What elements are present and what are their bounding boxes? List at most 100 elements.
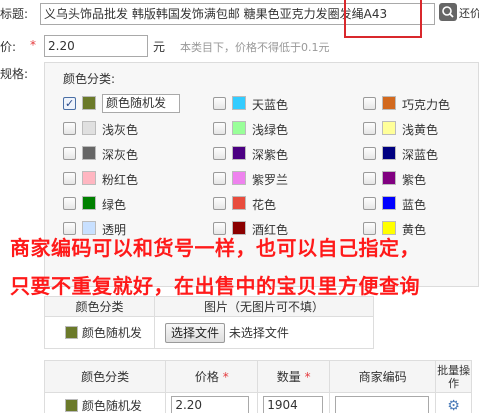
color-checkbox[interactable] <box>363 147 376 160</box>
table-row: 颜色随机发 选择文件 未选择文件 <box>44 316 374 349</box>
color-checkbox[interactable] <box>63 122 76 135</box>
color-swatch <box>82 121 96 135</box>
color-swatch <box>82 146 96 160</box>
sku-color-name: 颜色随机发 <box>81 399 142 413</box>
color-option: 深灰色 <box>63 144 173 164</box>
color-swatch <box>82 171 96 185</box>
color-swatch <box>65 399 78 412</box>
color-swatch <box>232 171 246 185</box>
search-icon <box>439 3 457 21</box>
color-name: 深蓝色 <box>402 148 439 162</box>
color-option: 浅灰色 <box>63 119 173 139</box>
sku-col-price-label: 价格 <box>194 370 219 384</box>
color-swatch <box>82 96 96 110</box>
color-checkbox[interactable] <box>213 172 226 185</box>
color-name: 深灰色 <box>102 148 139 162</box>
color-swatch <box>382 121 396 135</box>
color-checkbox[interactable] <box>63 147 76 160</box>
color-option: 浅绿色 <box>213 119 323 139</box>
color-name: 蓝色 <box>402 198 427 212</box>
color-option: 天蓝色 <box>213 94 323 114</box>
color-option: 绿色 <box>63 194 173 214</box>
sku-col-batch: 批量操作 <box>435 360 472 393</box>
color-checkbox[interactable] <box>63 97 76 110</box>
color-option: 紫罗兰 <box>213 169 323 189</box>
color-option: 蓝色 <box>363 194 473 214</box>
highlight-box <box>344 0 422 38</box>
color-option: 粉红色 <box>63 169 173 189</box>
color-checkbox[interactable] <box>63 197 76 210</box>
sku-col-code: 商家编码 <box>329 360 437 393</box>
color-section-header: 颜色分类: <box>63 72 116 86</box>
color-name-input[interactable]: 颜色随机发 <box>102 94 180 113</box>
color-checkbox[interactable] <box>363 97 376 110</box>
color-checkbox[interactable] <box>363 122 376 135</box>
sku-code-input[interactable] <box>335 396 430 413</box>
color-option: 巧克力色 <box>363 94 473 114</box>
color-checkbox[interactable] <box>213 122 226 135</box>
table-row: 颜色随机发 2.20 1904 ⚙ <box>43 392 472 413</box>
color-checkbox[interactable] <box>63 172 76 185</box>
sku-price-required: * <box>222 370 229 384</box>
color-name: 花色 <box>252 198 277 212</box>
image-table-col-color: 颜色分类 <box>44 296 155 317</box>
color-swatch <box>65 326 78 339</box>
color-option: 花色 <box>213 194 323 214</box>
color-checkbox[interactable] <box>213 97 226 110</box>
sku-col-color: 颜色分类 <box>43 360 167 393</box>
color-checkbox[interactable] <box>213 197 226 210</box>
color-name: 紫罗兰 <box>252 173 289 187</box>
sku-price-input[interactable]: 2.20 <box>171 396 250 413</box>
color-swatch <box>382 96 396 110</box>
color-checkbox[interactable] <box>363 172 376 185</box>
color-swatch <box>382 146 396 160</box>
overlay-note-line2: 只要不重复就好，在出售中的宝贝里方便查询 <box>10 274 420 298</box>
overlay-note-line1: 商家编码可以和货号一样，也可以自己指定， <box>10 236 420 260</box>
sku-col-qty: 数量 * <box>257 360 331 393</box>
price-unit: 元 <box>153 40 166 54</box>
sku-color-cell: 颜色随机发 <box>43 392 167 413</box>
sku-code-cell <box>329 392 437 413</box>
gear-icon[interactable]: ⚙ <box>447 398 460 413</box>
color-name: 浅绿色 <box>252 123 289 137</box>
sku-qty-input[interactable]: 1904 <box>263 396 324 413</box>
color-checkbox[interactable] <box>363 197 376 210</box>
color-swatch <box>232 121 246 135</box>
file-status: 未选择文件 <box>228 325 289 340</box>
color-option: 深紫色 <box>213 144 323 164</box>
sku-qty-cell: 1904 <box>257 392 331 413</box>
image-table-file-cell: 选择文件 未选择文件 <box>154 316 374 349</box>
color-swatch <box>232 96 246 110</box>
sku-table-header: 颜色分类 价格 * 数量 * 商家编码 批量操作 <box>43 360 472 393</box>
color-name: 浅黄色 <box>402 123 439 137</box>
title-search-text: 还价 <box>459 7 479 20</box>
image-table-color-cell: 颜色随机发 <box>44 316 155 349</box>
color-swatch <box>382 196 396 210</box>
price-input[interactable]: 2.20 <box>44 35 148 57</box>
choose-file-button[interactable]: 选择文件 <box>165 322 226 343</box>
title-label: 标题: <box>0 7 29 21</box>
image-table: 颜色分类 图片（无图片可不填） 颜色随机发 选择文件 未选择文件 <box>44 296 374 349</box>
color-option: 紫色 <box>363 169 473 189</box>
color-name: 深紫色 <box>252 148 289 162</box>
title-search-button[interactable]: 还价 <box>439 3 479 25</box>
color-swatch <box>382 171 396 185</box>
sku-col-qty-label: 数量 <box>276 370 301 384</box>
image-table-color-name: 颜色随机发 <box>81 326 142 340</box>
color-option: 浅黄色 <box>363 119 473 139</box>
price-label: 价: <box>0 40 17 54</box>
sku-table: 颜色分类 价格 * 数量 * 商家编码 批量操作 颜色随机发 2.20 1904… <box>43 360 472 413</box>
color-option: 颜色随机发 <box>63 94 180 114</box>
color-name: 天蓝色 <box>252 98 289 112</box>
color-checkbox[interactable] <box>213 147 226 160</box>
spec-label: 规格: <box>0 67 29 81</box>
image-table-header: 颜色分类 图片（无图片可不填） <box>44 296 374 317</box>
sku-batch-cell: ⚙ <box>435 392 472 413</box>
image-table-col-image: 图片（无图片可不填） <box>154 296 374 317</box>
color-name: 紫色 <box>402 173 427 187</box>
sku-price-cell: 2.20 <box>165 392 259 413</box>
color-swatch <box>232 196 246 210</box>
price-hint: 本类目下，价格不得低于0.1元 <box>180 41 330 54</box>
color-swatch <box>232 146 246 160</box>
color-name: 绿色 <box>102 198 127 212</box>
